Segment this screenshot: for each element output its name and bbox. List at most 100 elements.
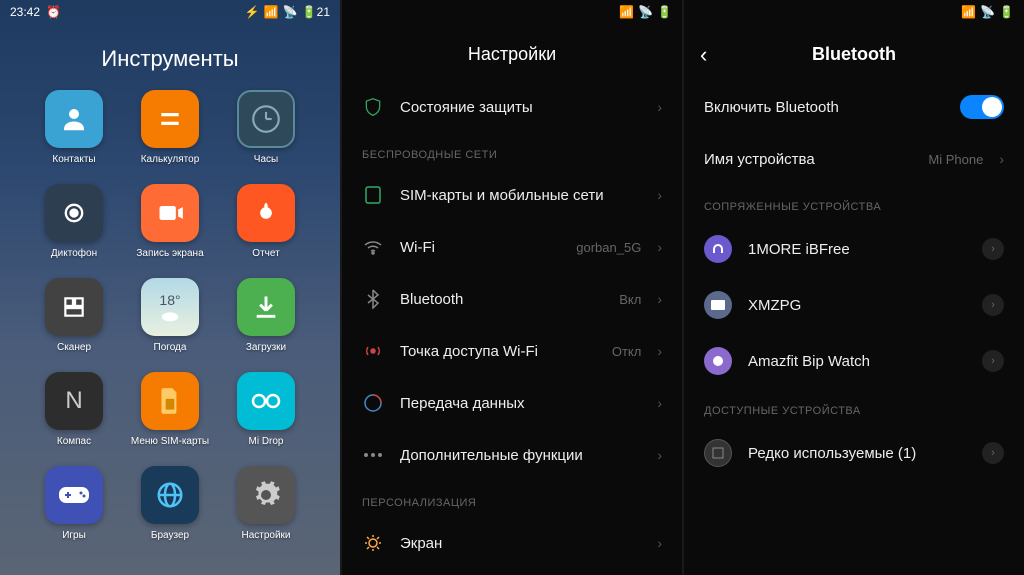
status-bar: 📶 📡 🔋: [684, 0, 1024, 24]
row-value: gorban_5G: [576, 240, 641, 255]
row-wifi[interactable]: Wi-Fi gorban_5G ›: [342, 221, 682, 273]
app-recorder[interactable]: Диктофон: [26, 184, 122, 260]
calculator-icon: [141, 90, 199, 148]
row-label: Bluetooth: [400, 291, 603, 308]
chevron-right-icon: ›: [657, 343, 662, 359]
app-contacts[interactable]: Контакты: [26, 90, 122, 166]
folder-icon: [704, 439, 732, 467]
row-bluetooth[interactable]: Bluetooth Вкл ›: [342, 273, 682, 325]
sim-icon: [362, 184, 384, 206]
device-name: 1MORE iBFree: [748, 241, 966, 258]
wifi-icon: 📡: [980, 5, 995, 19]
app-report[interactable]: Отчет: [218, 184, 314, 260]
app-label: Настройки: [241, 530, 290, 542]
home-screen: 23:42 ⏰ ⚡ 📶 📡 🔋21 Инструменты Контакты К…: [0, 0, 340, 575]
app-label: Часы: [254, 154, 278, 166]
app-settings[interactable]: Настройки: [218, 466, 314, 542]
section-paired: СОПРЯЖЕННЫЕ УСТРОЙСТВА: [684, 185, 1024, 221]
page-title: Настройки: [342, 24, 682, 81]
screen-recorder-icon: [141, 184, 199, 242]
app-games[interactable]: Игры: [26, 466, 122, 542]
row-more[interactable]: Дополнительные функции ›: [342, 429, 682, 481]
device-settings-button[interactable]: ›: [982, 238, 1004, 260]
app-scanner[interactable]: Сканер: [26, 278, 122, 354]
app-calculator[interactable]: Калькулятор: [122, 90, 218, 166]
device-name: Amazfit Bip Watch: [748, 353, 966, 370]
chevron-right-icon: ›: [657, 99, 662, 115]
battery-icon: 🔋: [657, 5, 672, 19]
app-label: Игры: [62, 530, 86, 542]
chevron-right-icon: ›: [657, 447, 662, 463]
app-label: Mi Drop: [248, 436, 283, 448]
page-header: ‹ Bluetooth: [684, 24, 1024, 81]
expand-button[interactable]: ›: [982, 442, 1004, 464]
sim-icon: [141, 372, 199, 430]
chevron-right-icon: ›: [999, 151, 1004, 167]
row-label: SIM-карты и мобильные сети: [400, 187, 641, 204]
row-device-name[interactable]: Имя устройства Mi Phone ›: [684, 133, 1024, 185]
data-usage-icon: [362, 392, 384, 414]
back-button[interactable]: ‹: [700, 42, 707, 68]
games-icon: [45, 466, 103, 524]
signal-icon: 📶: [619, 5, 634, 19]
contacts-icon: [45, 90, 103, 148]
settings-screen: 📶 📡 🔋 Настройки Состояние защиты › БЕСПРОВ…: [342, 0, 682, 575]
bluetooth-toggle[interactable]: [960, 95, 1004, 119]
app-label: Сканер: [57, 342, 91, 354]
battery-icon: 🔋: [999, 5, 1014, 19]
row-wallpaper[interactable]: Обои: [342, 569, 682, 575]
device-row-xmzpg[interactable]: XMZPG ›: [684, 277, 1024, 333]
section-personal: ПЕРСОНАЛИЗАЦИЯ: [342, 481, 682, 517]
device-name: XMZPG: [748, 297, 966, 314]
app-weather[interactable]: 18° Погода: [122, 278, 218, 354]
display-icon: [362, 532, 384, 554]
app-label: Диктофон: [51, 248, 97, 260]
row-rarely-used[interactable]: Редко используемые (1) ›: [684, 425, 1024, 481]
chevron-right-icon: ›: [657, 535, 662, 551]
row-label: Дополнительные функции: [400, 447, 641, 464]
midrop-icon: [237, 372, 295, 430]
row-sim[interactable]: SIM-карты и мобильные сети ›: [342, 169, 682, 221]
row-security[interactable]: Состояние защиты ›: [342, 81, 682, 133]
section-wireless: БЕСПРОВОДНЫЕ СЕТИ: [342, 133, 682, 169]
row-label: Состояние защиты: [400, 99, 641, 116]
row-label: Включить Bluetooth: [704, 99, 944, 116]
wifi-icon: 📡: [638, 5, 653, 19]
folder-title: Инструменты: [0, 24, 340, 90]
compass-icon: N: [45, 372, 103, 430]
recorder-icon: [45, 184, 103, 242]
app-downloads[interactable]: Загрузки: [218, 278, 314, 354]
app-label: Компас: [57, 436, 91, 448]
app-label: Меню SIM-карты: [131, 436, 209, 448]
device-row-amazfit[interactable]: Amazfit Bip Watch ›: [684, 333, 1024, 389]
row-value: Откл: [612, 344, 642, 359]
hotspot-icon: [362, 340, 384, 362]
app-sim-menu[interactable]: Меню SIM-карты: [122, 372, 218, 448]
row-display[interactable]: Экран ›: [342, 517, 682, 569]
row-label: Wi-Fi: [400, 239, 560, 256]
app-label: Отчет: [252, 248, 279, 260]
app-label: Контакты: [52, 154, 95, 166]
bluetooth-icon: [362, 288, 384, 310]
row-value: Вкл: [619, 292, 641, 307]
app-compass[interactable]: N Компас: [26, 372, 122, 448]
signal-icon: 📶: [961, 5, 976, 19]
app-mi-drop[interactable]: Mi Drop: [218, 372, 314, 448]
row-hotspot[interactable]: Точка доступа Wi-Fi Откл ›: [342, 325, 682, 377]
app-screen-recorder[interactable]: Запись экрана: [122, 184, 218, 260]
device-settings-button[interactable]: ›: [982, 294, 1004, 316]
row-enable-bluetooth[interactable]: Включить Bluetooth: [684, 81, 1024, 133]
chevron-right-icon: ›: [657, 187, 662, 203]
app-browser[interactable]: Браузер: [122, 466, 218, 542]
more-icon: [362, 444, 384, 466]
browser-icon: [141, 466, 199, 524]
downloads-icon: [237, 278, 295, 336]
row-data[interactable]: Передача данных ›: [342, 377, 682, 429]
device-row-1more[interactable]: 1MORE iBFree ›: [684, 221, 1024, 277]
app-clock[interactable]: Часы: [218, 90, 314, 166]
battery-icon: 🔋21: [302, 5, 330, 19]
device-settings-button[interactable]: ›: [982, 350, 1004, 372]
wifi-icon: 📡: [283, 5, 298, 19]
status-time: 23:42: [10, 5, 40, 19]
app-label: Запись экрана: [136, 248, 203, 260]
